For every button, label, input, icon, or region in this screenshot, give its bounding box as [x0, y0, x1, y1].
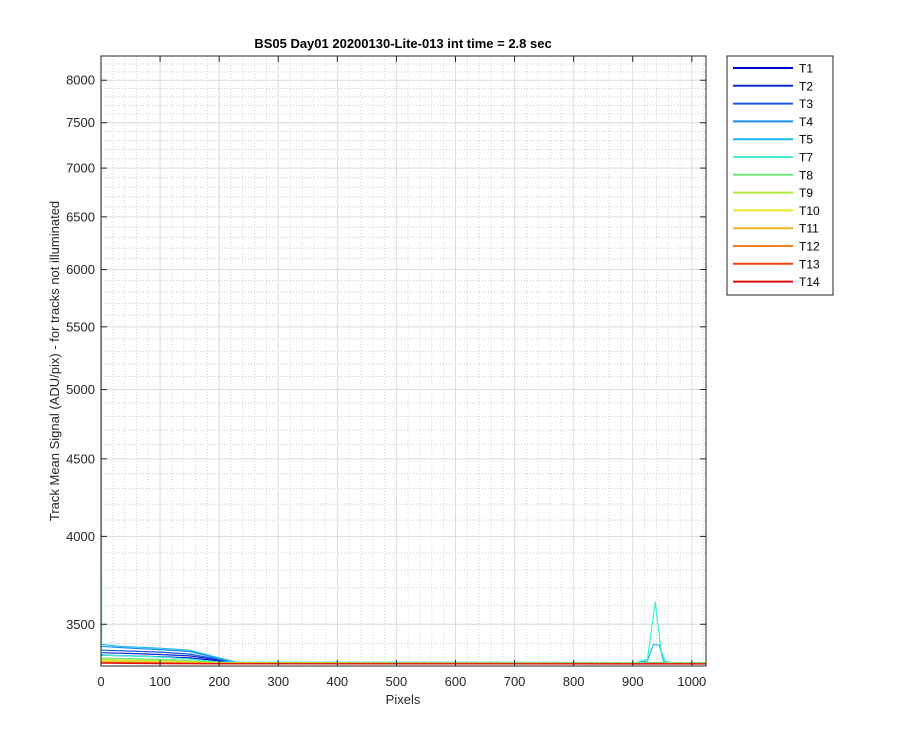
- y-tick-label: 5000: [66, 382, 95, 397]
- x-tick-label: 1000: [677, 674, 706, 689]
- legend-label-t9: T9: [799, 186, 813, 200]
- legend-label-t10: T10: [799, 204, 820, 218]
- x-tick-label: 200: [208, 674, 230, 689]
- legend-label-t1: T1: [799, 62, 813, 76]
- legend-label-t11: T11: [799, 222, 819, 236]
- legend-label-t13: T13: [799, 257, 820, 271]
- y-axis-label: Track Mean Signal (ADU/pix) - for tracks…: [47, 201, 62, 521]
- y-tick-label: 6000: [66, 262, 95, 277]
- grid-layer: [100, 55, 706, 666]
- y-tick-label: 4000: [66, 529, 95, 544]
- y-tick-label: 7000: [66, 161, 95, 176]
- legend-label-t4: T4: [799, 115, 813, 129]
- y-tick-label: 3500: [66, 617, 95, 632]
- legend-label-t3: T3: [799, 97, 813, 111]
- y-tick-label: 5500: [66, 319, 95, 334]
- chart-title: BS05 Day01 20200130-Lite-013 int time = …: [254, 36, 551, 51]
- x-tick-label: 900: [622, 674, 644, 689]
- series-line-t5: [100, 643, 706, 664]
- y-tick-label: 7500: [66, 115, 95, 130]
- plot-frame: [100, 55, 707, 667]
- y-tick-label: 4500: [66, 451, 95, 466]
- x-tick-label: 600: [445, 674, 467, 689]
- legend-label-t7: T7: [799, 151, 813, 165]
- legend-label-t5: T5: [799, 133, 813, 147]
- y-tick-label: 6500: [66, 209, 95, 224]
- legend-label-t8: T8: [799, 168, 813, 182]
- x-tick-label: 300: [267, 674, 289, 689]
- y-tick-label: 8000: [66, 73, 95, 88]
- legend-label-t12: T12: [799, 240, 820, 254]
- legend-label-t2: T2: [799, 79, 813, 93]
- series-line-t7: [100, 55, 706, 664]
- legend: T1 T2 T3 T4 T5 T7 T8 T9 T10 T11 T12 T13 T14: [726, 55, 834, 296]
- x-tick-label: 700: [504, 674, 526, 689]
- ticks-layer: 0 100 200 300 400 500 600 700 800 900 1000 3500 4000…: [66, 56, 706, 689]
- x-tick-label: 0: [97, 674, 104, 689]
- x-tick-label: 100: [149, 674, 171, 689]
- x-axis-label: Pixels: [386, 692, 421, 707]
- legend-label-t14: T14: [799, 275, 820, 289]
- x-tick-label: 400: [326, 674, 348, 689]
- line-chart: BS05 Day01 20200130-Lite-013 int time = …: [47, 36, 834, 707]
- series-layer: [100, 55, 707, 665]
- x-tick-label: 500: [386, 674, 408, 689]
- x-tick-label: 800: [563, 674, 585, 689]
